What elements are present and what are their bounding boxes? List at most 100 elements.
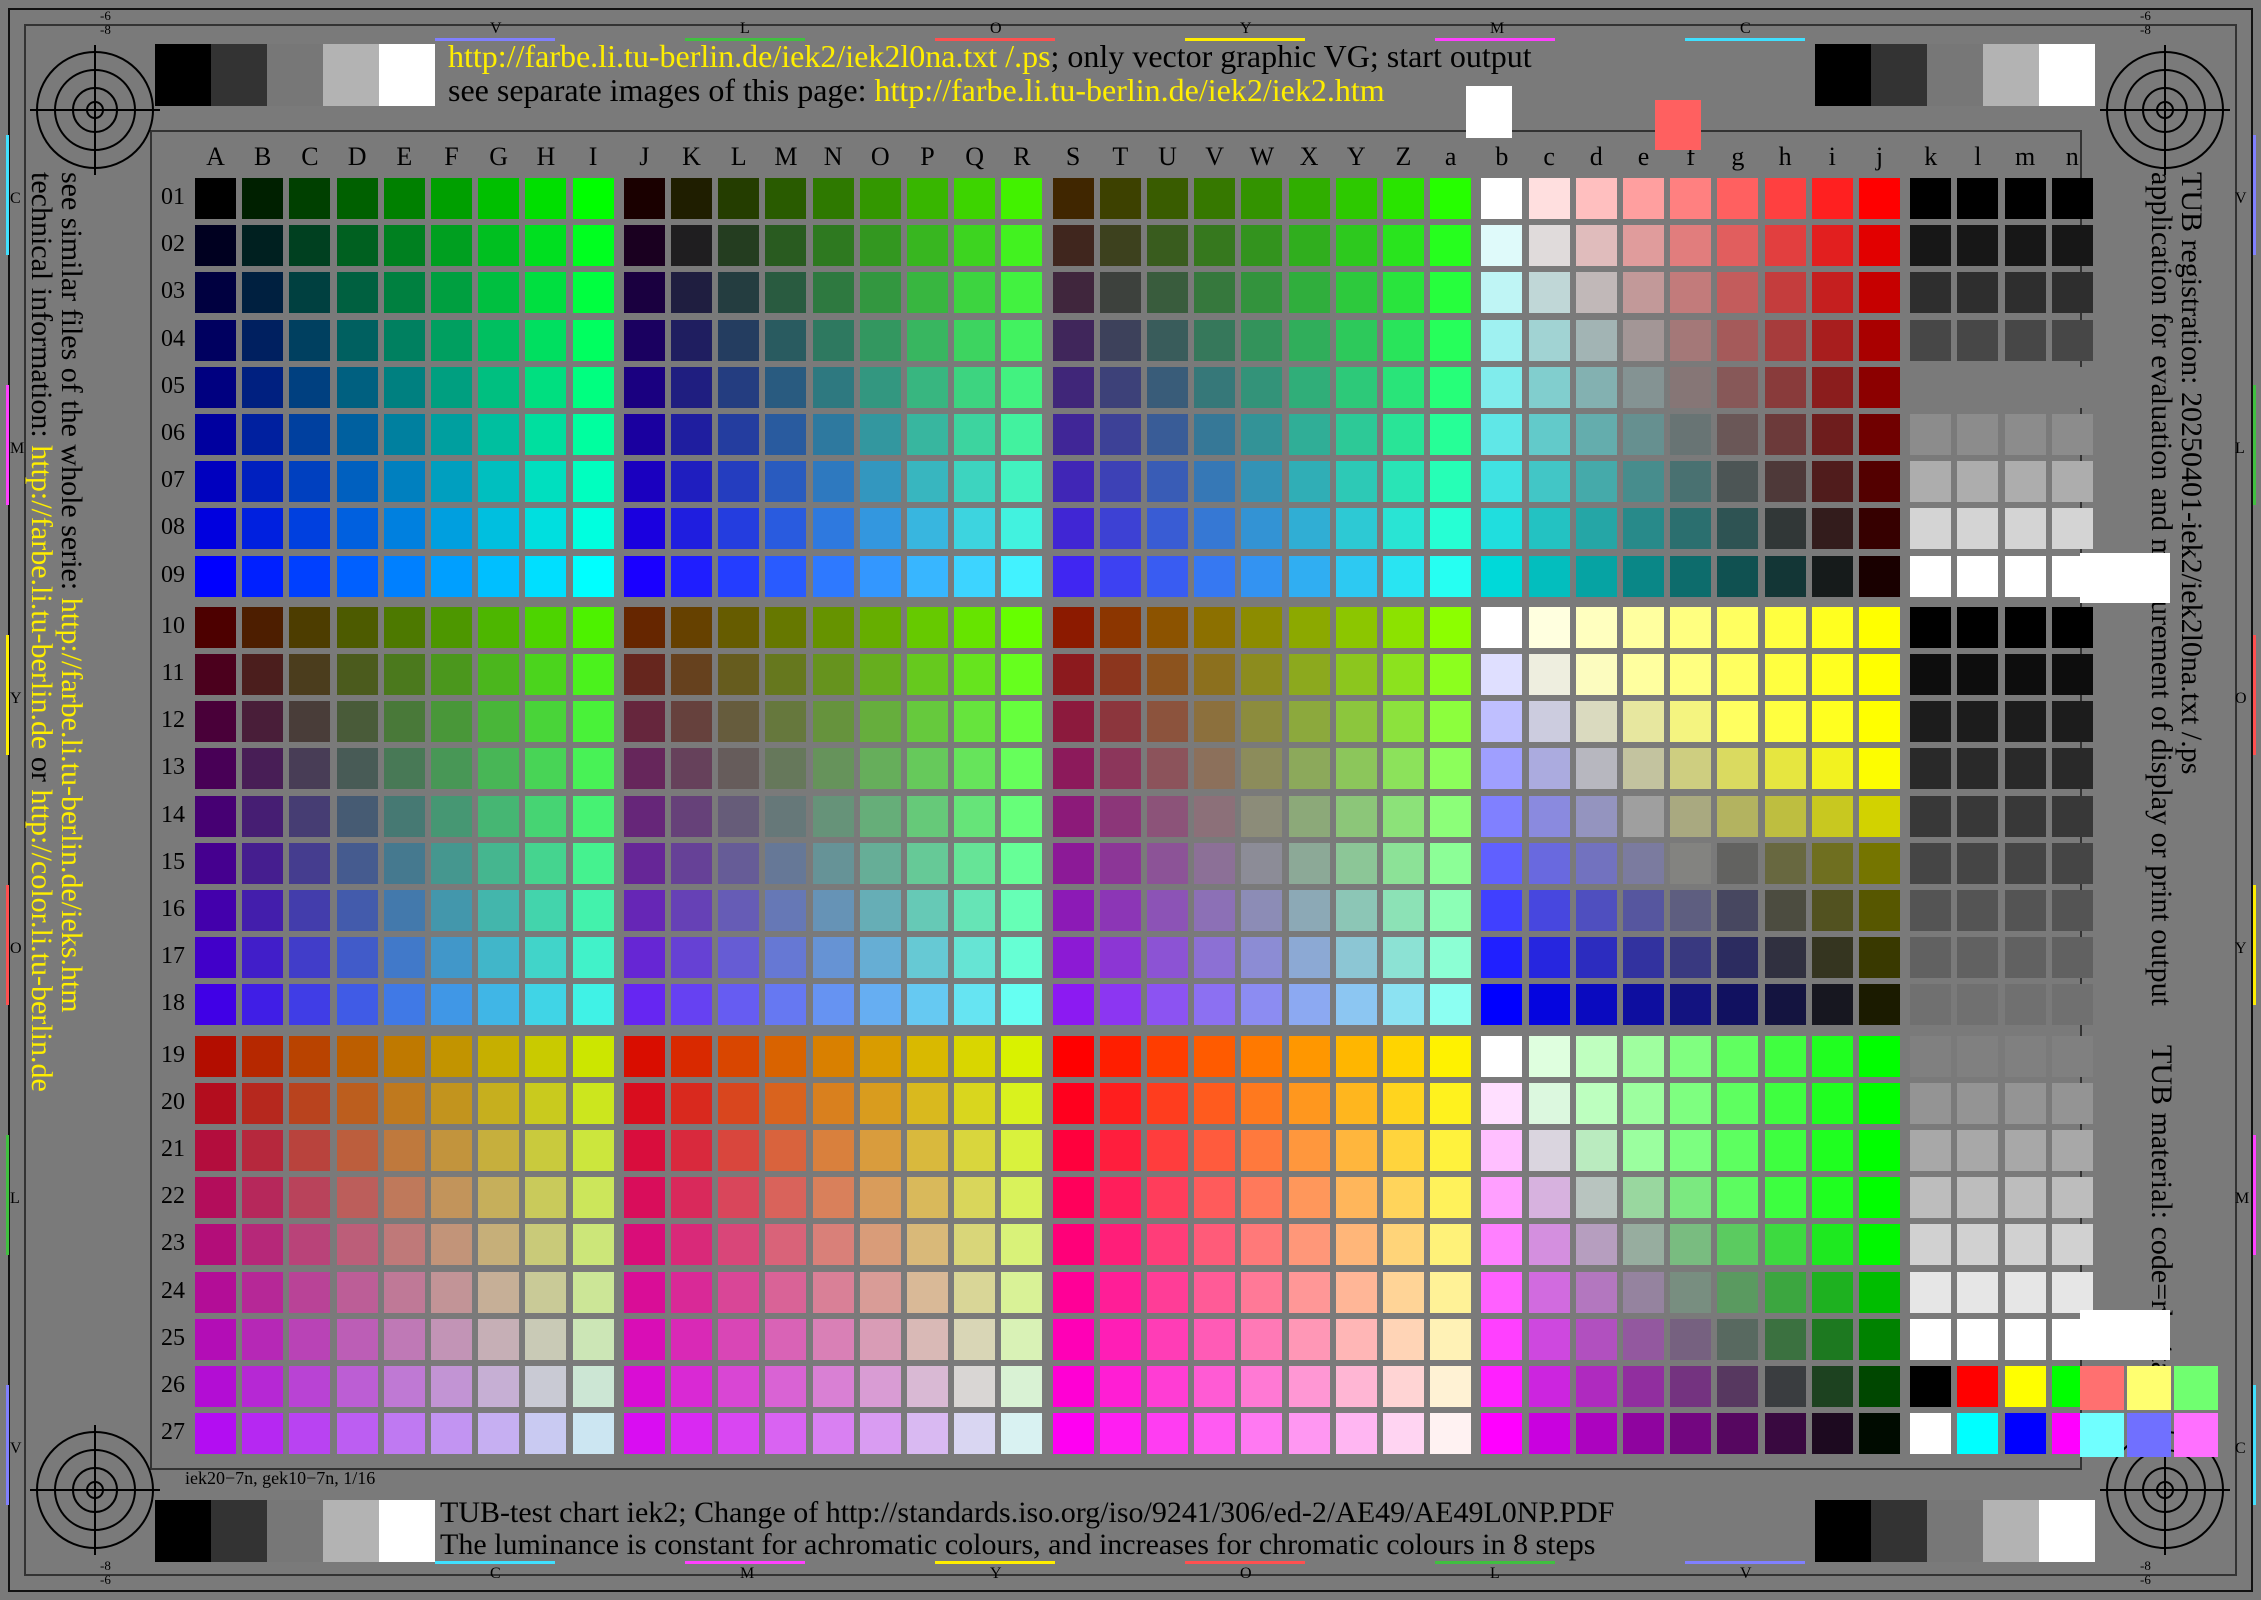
color-patch xyxy=(1910,272,1952,314)
edge-mark-label: V xyxy=(2235,190,2247,207)
color-patch xyxy=(859,654,901,695)
header-url-link[interactable]: http://farbe.li.tu-berlin.de/iek2/iek2l0… xyxy=(448,38,1051,74)
color-patch xyxy=(812,1035,854,1077)
column-label: i xyxy=(1828,142,1836,171)
color-patch xyxy=(242,272,284,314)
color-patch xyxy=(718,1271,760,1313)
color-patch xyxy=(1859,272,1900,314)
color-patch xyxy=(289,937,331,979)
color-patch xyxy=(431,366,472,408)
color-patch xyxy=(1147,1366,1188,1407)
series-link[interactable]: http://farbe.li.tu-berlin.de/ieks.htm xyxy=(55,598,88,1013)
color-patch xyxy=(859,1035,901,1077)
color-patch xyxy=(572,1413,614,1455)
color-patch xyxy=(1430,319,1472,361)
color-patch xyxy=(859,984,901,1026)
color-patch xyxy=(2051,272,2093,314)
color-patch xyxy=(1481,1082,1523,1124)
color-patch xyxy=(1430,795,1472,837)
color-patch xyxy=(671,1413,712,1455)
color-patch xyxy=(1001,461,1043,503)
color-patch xyxy=(1241,508,1283,550)
color-patch xyxy=(1957,1035,1999,1077)
color-patch xyxy=(572,1177,614,1219)
color-patch xyxy=(2051,606,2093,648)
color-patch xyxy=(1575,984,1617,1026)
color-patch xyxy=(1910,178,1952,219)
color-patch xyxy=(383,1224,425,1266)
color-patch xyxy=(1099,701,1141,743)
color-patch xyxy=(671,795,712,837)
column-label: Q xyxy=(965,142,985,171)
color-patch xyxy=(1099,1271,1141,1313)
color-patch xyxy=(1575,555,1617,597)
color-patch xyxy=(954,1413,996,1455)
color-patch xyxy=(1288,701,1330,743)
color-patch xyxy=(1335,937,1377,979)
color-patch xyxy=(1001,178,1043,219)
gray-step xyxy=(1983,1500,2039,1562)
color-patch xyxy=(2004,1318,2046,1360)
color-patch xyxy=(718,1224,760,1266)
color-patch xyxy=(1001,508,1043,550)
color-patch xyxy=(1670,1130,1712,1171)
gray-strip-top-left xyxy=(155,44,435,106)
color-patch xyxy=(195,606,236,648)
color-patch xyxy=(1811,795,1853,837)
color-patch xyxy=(1910,937,1952,979)
color-patch xyxy=(1623,225,1664,267)
color-patch xyxy=(1957,701,1999,743)
color-patch xyxy=(1241,1177,1283,1219)
color-patch xyxy=(1957,1271,1999,1313)
color-patch xyxy=(812,606,854,648)
color-patch xyxy=(1528,1366,1570,1407)
color-patch xyxy=(195,461,236,503)
color-patch xyxy=(336,555,378,597)
color-patch xyxy=(1717,225,1759,267)
color-patch xyxy=(1575,654,1617,695)
color-patch xyxy=(478,555,520,597)
color-patch xyxy=(718,1177,760,1219)
color-patch xyxy=(1241,937,1283,979)
color-patch xyxy=(671,1366,712,1407)
color-patch xyxy=(765,1271,807,1313)
color-patch xyxy=(1811,1271,1853,1313)
edge-mark-label: M xyxy=(1490,20,1505,37)
color-patch xyxy=(525,178,567,219)
separate-images-link[interactable]: http://farbe.li.tu-berlin.de/iek2/iek2.h… xyxy=(875,72,1385,108)
color-patch xyxy=(525,414,567,455)
color-patch xyxy=(1481,461,1523,503)
color-patch xyxy=(525,1035,567,1077)
gray-strip-bottom-left xyxy=(155,1500,435,1562)
color-patch xyxy=(623,272,665,314)
column-label: T xyxy=(1112,142,1129,171)
color-patch xyxy=(1764,366,1806,408)
color-patch xyxy=(1052,366,1094,408)
color-patch xyxy=(1670,984,1712,1026)
color-patch xyxy=(1575,414,1617,455)
color-patch xyxy=(765,748,807,790)
color-patch xyxy=(812,1130,854,1171)
color-patch xyxy=(1383,1130,1424,1171)
color-patch xyxy=(1957,178,1999,219)
color-patch xyxy=(1335,1413,1377,1455)
color-patch xyxy=(1383,508,1424,550)
color-patch xyxy=(1670,748,1712,790)
color-patch xyxy=(1623,555,1664,597)
tech-info-link-2[interactable]: http://color.li.tu-berlin.de xyxy=(25,789,58,1091)
color-patch xyxy=(195,1082,236,1124)
color-patch xyxy=(1241,272,1283,314)
color-patch xyxy=(195,555,236,597)
color-patch xyxy=(1859,795,1900,837)
row-label: 07 xyxy=(161,467,185,494)
color-patch xyxy=(1764,461,1806,503)
color-patch xyxy=(1957,937,1999,979)
color-patch xyxy=(623,1130,665,1171)
color-patch xyxy=(289,1366,331,1407)
column-label: l xyxy=(1974,142,1982,171)
tech-info-link-1[interactable]: http://farbe.li.tu-berlin.de xyxy=(25,445,58,749)
column-label: N xyxy=(823,142,843,171)
color-patch xyxy=(289,1224,331,1266)
color-patch xyxy=(525,272,567,314)
color-patch xyxy=(1001,842,1043,884)
